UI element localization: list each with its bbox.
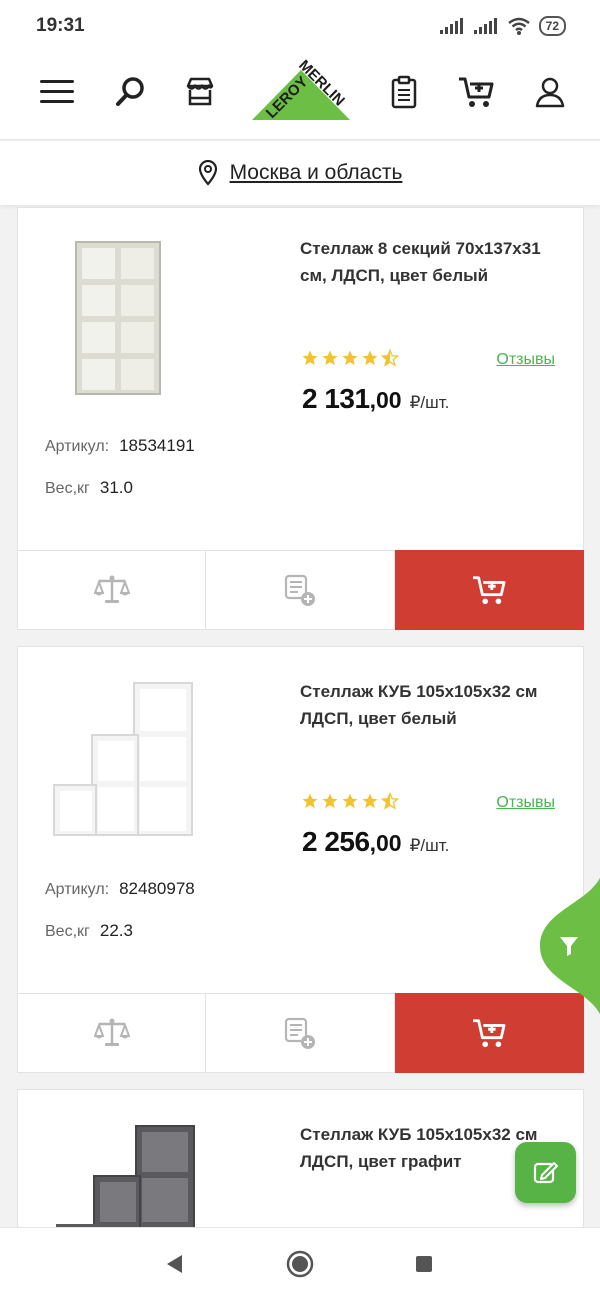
edit-icon <box>533 1161 558 1183</box>
price-unit: ₽/шт. <box>409 393 450 412</box>
star-icon <box>342 350 358 366</box>
product-title[interactable]: Стеллаж 8 секций 70x137x31 см, ЛДСП, цве… <box>300 235 570 289</box>
weight-label: Вес,кг <box>45 480 90 497</box>
store-icon[interactable] <box>180 72 220 112</box>
filter-button[interactable] <box>530 862 600 1030</box>
location-label[interactable]: Москва и область <box>230 161 403 185</box>
wifi-icon <box>507 17 530 35</box>
star-icon <box>362 793 378 809</box>
back-icon[interactable] <box>156 1246 192 1282</box>
star-icon <box>362 350 378 366</box>
card-actions <box>17 550 584 630</box>
compare-button[interactable] <box>17 550 206 630</box>
add-to-list-icon <box>284 574 315 606</box>
weight-row: Вес,кг 31.0 <box>45 478 133 498</box>
feedback-button[interactable] <box>515 1142 576 1203</box>
leroy-merlin-logo[interactable]: LEROY MERLIN <box>248 56 354 126</box>
star-icon <box>302 350 318 366</box>
home-icon[interactable] <box>282 1246 318 1282</box>
reviews-link[interactable]: Отзывы <box>496 794 555 812</box>
product-card[interactable]: Стеллаж 8 секций 70x137x31 см, ЛДСП, цве… <box>17 207 584 630</box>
product-image[interactable] <box>46 677 206 842</box>
add-to-list-button[interactable] <box>206 993 395 1073</box>
card-actions <box>17 993 584 1073</box>
status-time: 19:31 <box>36 15 85 36</box>
article-value: 18534191 <box>119 436 195 455</box>
article-value: 82480978 <box>119 879 195 898</box>
product-title[interactable]: Стеллаж КУБ 105x105x32 см ЛДСП, цвет бел… <box>300 678 570 732</box>
rating-stars <box>301 349 399 367</box>
reviews-link[interactable]: Отзывы <box>496 351 555 369</box>
weight-label: Вес,кг <box>45 923 90 940</box>
article-row: Артикул: 18534191 <box>45 436 195 456</box>
article-row: Артикул: 82480978 <box>45 879 195 899</box>
rating-stars <box>301 792 399 810</box>
scales-icon <box>93 1018 130 1046</box>
scales-icon <box>93 575 130 603</box>
star-icon <box>302 793 318 809</box>
add-to-list-icon <box>284 1017 315 1049</box>
price-integer: 2 131 <box>302 383 370 414</box>
battery-indicator: 72 <box>538 16 566 36</box>
add-to-cart-button[interactable] <box>395 550 584 630</box>
price-decimal: ,00 <box>369 830 402 856</box>
star-icon <box>322 350 338 366</box>
half-star-icon <box>381 349 399 367</box>
article-label: Артикул: <box>45 881 110 898</box>
signal-icon <box>439 18 463 34</box>
price-integer: 2 256 <box>302 826 370 857</box>
status-bar: 19:31 72 <box>0 0 600 52</box>
star-icon <box>322 793 338 809</box>
half-star-icon <box>381 792 399 810</box>
weight-value: 22.3 <box>99 921 133 940</box>
weight-row: Вес,кг 22.3 <box>45 921 133 941</box>
location-selector[interactable]: Москва и область <box>0 141 600 205</box>
compare-button[interactable] <box>17 993 206 1073</box>
product-price: 2 131 ,00 ₽/шт. <box>302 383 449 415</box>
system-nav-bar <box>0 1227 600 1299</box>
cart-icon <box>473 1019 506 1048</box>
menu-icon[interactable] <box>38 72 78 112</box>
add-to-list-button[interactable] <box>206 550 395 630</box>
cart-icon <box>473 576 506 605</box>
price-unit: ₽/шт. <box>409 836 450 855</box>
star-icon <box>342 793 358 809</box>
profile-icon[interactable] <box>530 72 570 112</box>
search-icon[interactable] <box>110 72 150 112</box>
status-icons: 72 <box>439 16 566 36</box>
shopping-list-icon[interactable] <box>384 72 424 112</box>
product-image[interactable] <box>46 1120 206 1230</box>
product-price: 2 256 ,00 ₽/шт. <box>302 826 449 858</box>
weight-value: 31.0 <box>99 478 133 497</box>
product-card[interactable]: Стеллаж КУБ 105x105x32 см ЛДСП, цвет бел… <box>17 646 584 1073</box>
signal-icon <box>473 18 497 34</box>
price-decimal: ,00 <box>369 387 402 413</box>
cart-icon[interactable] <box>456 72 496 112</box>
recent-apps-icon[interactable] <box>406 1246 442 1282</box>
app-header: LEROY MERLIN <box>0 52 600 140</box>
product-card[interactable]: Стеллаж КУБ 105x105x32 см ЛДСП, цвет гра… <box>17 1089 584 1230</box>
article-label: Артикул: <box>45 438 110 455</box>
product-image[interactable] <box>46 238 186 398</box>
location-pin-icon <box>198 160 217 186</box>
